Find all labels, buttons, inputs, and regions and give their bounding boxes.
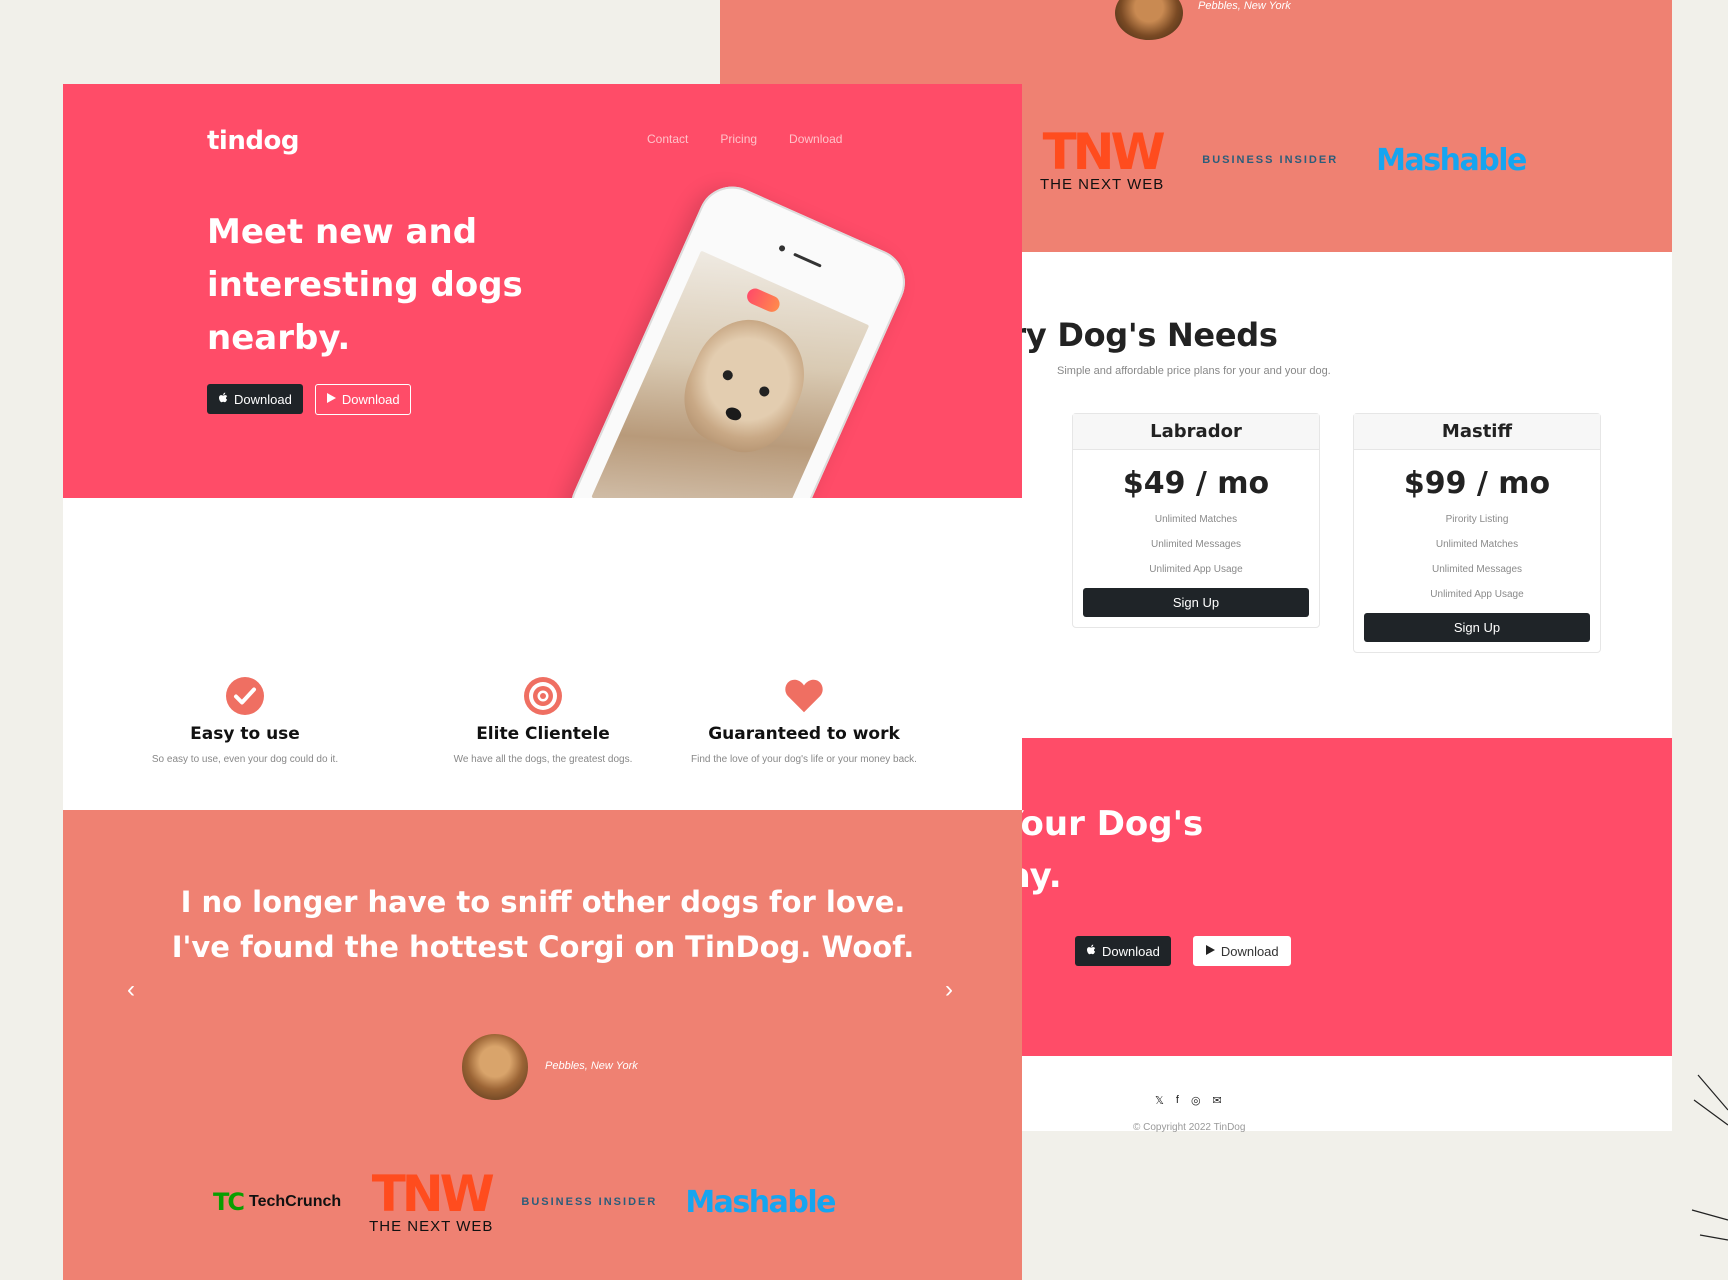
cta-apple-download-label: Download bbox=[1102, 943, 1160, 959]
footer-social-icons: 𝕏 f ◎ ✉ bbox=[1155, 1094, 1222, 1107]
check-circle-icon bbox=[225, 676, 265, 716]
bullseye-icon bbox=[523, 676, 563, 716]
feature-description: So easy to use, even your dog could do i… bbox=[151, 754, 339, 765]
hero-apple-download-label: Download bbox=[234, 391, 292, 407]
techcrunch-logo-mark: TC bbox=[213, 1188, 245, 1216]
tnw-logo-mark: TNW bbox=[371, 1164, 495, 1223]
nav-pricing[interactable]: Pricing bbox=[720, 132, 757, 146]
front-page-preview: tindog Contact Pricing Download Meet new… bbox=[63, 84, 1022, 1280]
pricing-subtitle: Simple and affordable price plans for yo… bbox=[1057, 365, 1331, 377]
feature-guaranteed: Guaranteed to work Find the love of your… bbox=[689, 676, 919, 767]
business-insider-logo: BUSINESS INSIDER bbox=[521, 1196, 658, 1208]
plan-feature: Unlimited Messages bbox=[1150, 539, 1242, 550]
facebook-icon[interactable]: f bbox=[1176, 1094, 1179, 1107]
hero-play-download-label: Download bbox=[341, 392, 400, 407]
plan-price: $99 / mo bbox=[1403, 466, 1551, 501]
instagram-icon[interactable]: ◎ bbox=[1191, 1094, 1201, 1107]
brand-logo[interactable]: tindog bbox=[207, 126, 299, 156]
email-icon[interactable]: ✉ bbox=[1213, 1094, 1222, 1107]
feature-easy-to-use: Easy to use So easy to use, even your do… bbox=[130, 676, 360, 767]
heart-icon bbox=[784, 676, 824, 716]
mashable-logo: Mashable bbox=[685, 1184, 836, 1220]
press-logos: TC TechCrunch TNW THE NEXT WEB BUSINESS … bbox=[213, 1162, 893, 1242]
tnw-logo-mark: TNW bbox=[1042, 122, 1166, 181]
play-store-icon bbox=[326, 392, 337, 407]
feature-elite-clientele: Elite Clientele We have all the dogs, th… bbox=[428, 676, 658, 767]
plan-feature: Unlimited Matches bbox=[1154, 514, 1238, 525]
pricing-card-mastiff: Mastiff $99 / mo Pirority Listing Unlimi… bbox=[1353, 413, 1601, 653]
hero-title: Meet new and interesting dogs nearby. bbox=[207, 212, 523, 358]
plan-name: Mastiff bbox=[1354, 414, 1600, 450]
tnw-logo-text: THE NEXT WEB bbox=[369, 1217, 494, 1235]
plan-feature: Unlimited Matches bbox=[1435, 539, 1519, 550]
phone-screen bbox=[591, 250, 870, 498]
cta-apple-download-button[interactable]: Download bbox=[1075, 936, 1171, 966]
feature-title: Guaranteed to work bbox=[708, 724, 900, 744]
back-testimonial-author: Pebbles, New York bbox=[1198, 0, 1291, 12]
feature-title: Elite Clientele bbox=[476, 724, 610, 744]
decorative-scribble bbox=[1691, 1074, 1728, 1241]
back-press-logos: TNW THE NEXT WEB BUSINESS INSIDER Mashab… bbox=[1040, 120, 1660, 200]
testimonial-quote: I no longer have to sniff other dogs for… bbox=[171, 885, 915, 964]
tnw-logo-text: THE NEXT WEB bbox=[1040, 175, 1165, 193]
carousel-prev-icon[interactable]: ‹ bbox=[127, 976, 135, 1004]
plan-price: $49 / mo bbox=[1122, 466, 1270, 501]
testimonial-author: Pebbles, New York bbox=[545, 1060, 638, 1072]
techcrunch-logo-text: TechCrunch bbox=[248, 1193, 342, 1210]
play-store-icon bbox=[1205, 944, 1216, 959]
nav-download[interactable]: Download bbox=[789, 132, 842, 146]
app-toggle bbox=[744, 285, 783, 315]
footer-copyright: © Copyright 2022 TinDog bbox=[1133, 1122, 1246, 1133]
plan-feature: Pirority Listing bbox=[1445, 514, 1509, 525]
plan-feature: Unlimited Messages bbox=[1431, 564, 1523, 575]
cta-play-download-label: Download bbox=[1220, 943, 1279, 959]
dog-photo bbox=[668, 303, 822, 467]
hero-apple-download-button[interactable]: Download bbox=[207, 384, 303, 414]
phone-speaker bbox=[793, 252, 822, 268]
back-testimonial-avatar bbox=[1115, 0, 1183, 40]
hero-section: tindog Contact Pricing Download Meet new… bbox=[63, 84, 1022, 498]
phone-camera bbox=[778, 244, 787, 253]
plan-name: Labrador bbox=[1073, 414, 1319, 450]
apple-icon bbox=[1086, 944, 1097, 959]
hero-play-download-button[interactable]: Download bbox=[314, 384, 411, 415]
feature-description: Find the love of your dog's life or your… bbox=[691, 754, 917, 765]
phone-mockup-image bbox=[560, 175, 916, 498]
tnw-logo: TNW THE NEXT WEB bbox=[369, 1164, 495, 1235]
pricing-card-labrador: Labrador $49 / mo Unlimited Matches Unli… bbox=[1072, 413, 1320, 628]
feature-description: We have all the dogs, the greatest dogs. bbox=[453, 754, 633, 765]
carousel-next-icon[interactable]: › bbox=[945, 976, 953, 1004]
cta-play-download-button[interactable]: Download bbox=[1192, 936, 1291, 966]
sign-up-button[interactable]: Sign Up bbox=[1083, 588, 1309, 617]
apple-icon bbox=[218, 392, 229, 407]
tnw-logo: TNW THE NEXT WEB bbox=[1040, 122, 1166, 193]
techcrunch-logo: TC TechCrunch bbox=[213, 1188, 341, 1216]
sign-up-button[interactable]: Sign Up bbox=[1364, 613, 1590, 642]
business-insider-logo: BUSINESS INSIDER bbox=[1202, 154, 1339, 166]
nav-contact[interactable]: Contact bbox=[647, 132, 688, 146]
cta-buttons: Download Download bbox=[1075, 936, 1291, 966]
plan-feature: Unlimited App Usage bbox=[1149, 564, 1243, 575]
mashable-logo: Mashable bbox=[1376, 142, 1527, 178]
plan-feature: Unlimited App Usage bbox=[1430, 589, 1524, 600]
hero-buttons: Download Download bbox=[207, 384, 411, 415]
twitter-icon[interactable]: 𝕏 bbox=[1155, 1094, 1164, 1107]
testimonial-avatar bbox=[460, 1032, 530, 1102]
nav-bar: Contact Pricing Download bbox=[647, 132, 842, 146]
feature-title: Easy to use bbox=[190, 724, 300, 744]
testimonial-section: I no longer have to sniff other dogs for… bbox=[63, 810, 1022, 1280]
